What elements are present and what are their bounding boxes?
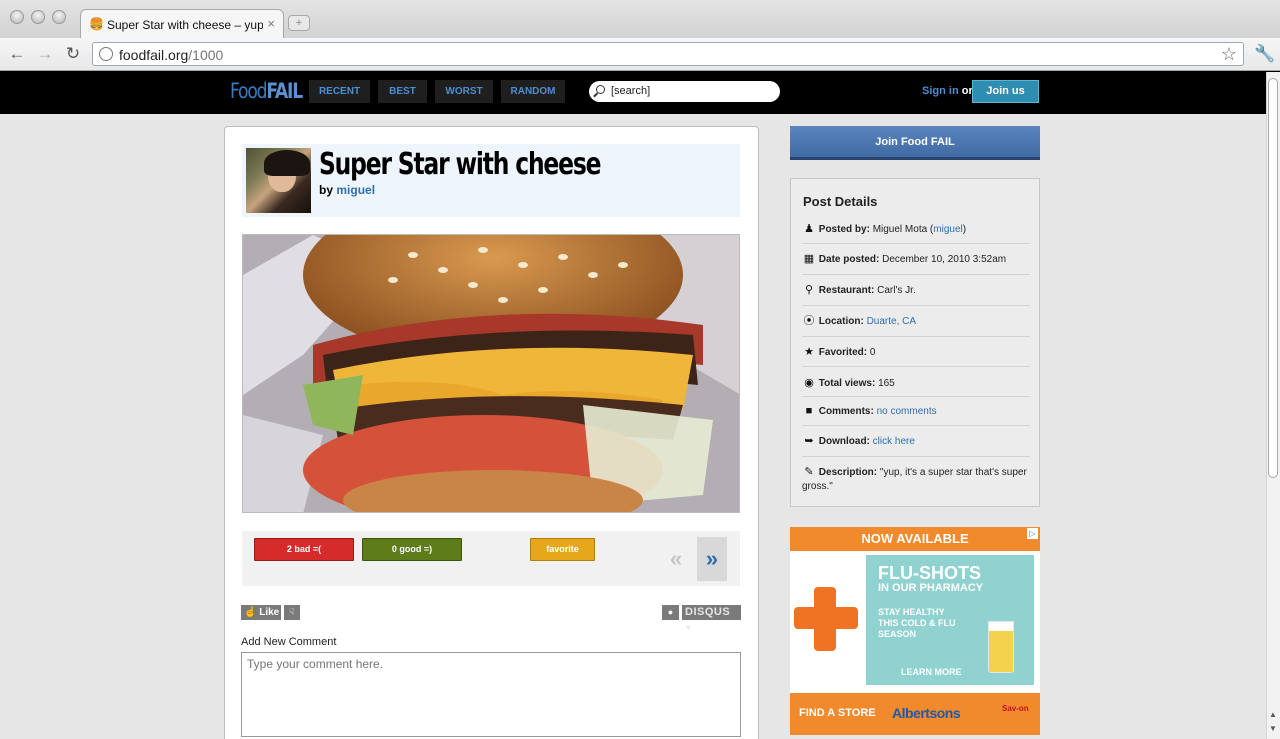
address-bar[interactable]: foodfail.org/1000 ☆ bbox=[92, 42, 1244, 66]
detail-description: ✎ Description: "yup, it's a super star t… bbox=[802, 466, 1027, 492]
scroll-up-icon[interactable]: ▲ bbox=[1269, 710, 1277, 719]
star-icon: ★ bbox=[804, 346, 814, 358]
minimize-window-button[interactable] bbox=[31, 10, 45, 24]
next-post-icon[interactable]: » bbox=[697, 537, 727, 581]
nav-recent[interactable]: RECENT bbox=[309, 80, 370, 103]
detail-divider bbox=[802, 336, 1030, 337]
detail-divider bbox=[802, 243, 1030, 244]
hamburger-favicon-icon: 🍔 bbox=[89, 17, 104, 31]
back-arrow-icon[interactable]: ← bbox=[6, 43, 28, 65]
detail-date: ▦ Date posted: December 10, 2010 3:52am bbox=[803, 253, 1007, 265]
forward-arrow-icon[interactable]: → bbox=[34, 43, 56, 65]
adchoices-icon[interactable]: ▷ bbox=[1027, 528, 1038, 539]
nav-random[interactable]: RANDOM bbox=[501, 80, 565, 103]
food-photo[interactable] bbox=[242, 234, 740, 513]
post-details-title: Post Details bbox=[803, 194, 878, 209]
location-link[interactable]: Duarte, CA bbox=[867, 316, 916, 327]
author-link[interactable]: miguel bbox=[336, 183, 375, 197]
chevron-down-icon: ▼ bbox=[685, 625, 693, 632]
browser-toolbar: ← → ↻ foodfail.org/1000 ☆ 🔧 bbox=[0, 38, 1280, 71]
add-comment-label: Add New Comment bbox=[241, 636, 337, 648]
wrench-icon[interactable]: 🔧 bbox=[1254, 44, 1275, 64]
download-icon: ➥ bbox=[804, 435, 814, 447]
author-link-detail[interactable]: miguel bbox=[933, 224, 962, 235]
ad-tagline: STAY HEALTHY THIS COLD & FLU SEASON bbox=[878, 607, 956, 639]
find-store-link[interactable]: FIND A STORE bbox=[799, 707, 876, 719]
detail-favorited: ★ Favorited: 0 bbox=[802, 345, 1030, 360]
burger-image bbox=[243, 235, 739, 512]
close-window-button[interactable] bbox=[10, 10, 24, 24]
detail-download: ➥ Download: click here bbox=[802, 434, 1030, 449]
previous-post-icon[interactable]: « bbox=[670, 546, 682, 572]
ad-learn-more[interactable]: LEARN MORE bbox=[901, 667, 962, 677]
browser-tab[interactable]: 🍔 Super Star with cheese – yup, it's a s… bbox=[80, 9, 284, 38]
eye-icon: ◉ bbox=[804, 377, 814, 389]
reload-icon[interactable]: ↻ bbox=[62, 43, 84, 65]
calendar-icon: ▦ bbox=[803, 253, 815, 265]
vote-good-button[interactable]: 0 good =) bbox=[362, 538, 462, 561]
nav-best[interactable]: BEST bbox=[378, 80, 427, 103]
detail-divider bbox=[802, 305, 1030, 306]
detail-location: ⦿ Location: Duarte, CA bbox=[803, 315, 917, 327]
detail-divider bbox=[802, 274, 1030, 275]
ad-headline: FLU-SHOTS bbox=[878, 563, 981, 583]
search-input[interactable]: [search] bbox=[589, 81, 780, 102]
albertsons-logo: Albertsons bbox=[892, 705, 961, 721]
download-link[interactable]: click here bbox=[873, 436, 915, 447]
signin-link[interactable]: Sign in bbox=[922, 85, 959, 97]
scrollbar-thumb[interactable] bbox=[1268, 78, 1278, 478]
compass-icon: ⦿ bbox=[803, 315, 815, 327]
join-us-button[interactable]: Join us bbox=[972, 80, 1039, 103]
map-pin-icon: ⚲ bbox=[804, 284, 814, 296]
detail-divider bbox=[802, 396, 1030, 397]
disqus-user-icon[interactable]: ● bbox=[662, 605, 679, 620]
detail-posted-by: ♟ Posted by: Miguel Mota (miguel) bbox=[802, 222, 1030, 237]
tab-title: Super Star with cheese – yup, it's a sup… bbox=[107, 18, 263, 32]
tab-close-icon[interactable]: × bbox=[267, 16, 275, 31]
detail-views: ◉ Total views: 165 bbox=[802, 376, 1030, 391]
url-text: foodfail.org/1000 bbox=[119, 47, 224, 63]
pencil-icon: ✎ bbox=[804, 466, 814, 478]
search-placeholder: [search] bbox=[611, 85, 651, 97]
favorite-button[interactable]: favorite bbox=[530, 538, 595, 561]
globe-icon bbox=[99, 47, 113, 61]
detail-restaurant: ⚲ Restaurant: Carl's Jr. bbox=[802, 283, 1030, 298]
author-avatar[interactable] bbox=[246, 148, 311, 213]
thumbs-up-icon: ☝ bbox=[244, 607, 257, 618]
disqus-menu-button[interactable]: DISQUS ▼ bbox=[682, 605, 741, 632]
vote-bad-button[interactable]: 2 bad =( bbox=[254, 538, 354, 561]
ad-bottom-banner: FIND A STORE Albertsons Sav-on bbox=[790, 693, 1040, 735]
detail-divider bbox=[802, 366, 1030, 367]
speech-bubble-icon: ■ bbox=[805, 405, 813, 417]
juice-glass-icon bbox=[988, 621, 1014, 673]
like-button[interactable]: ☝ Like bbox=[241, 605, 281, 620]
ad-subheadline: IN OUR PHARMACY bbox=[878, 582, 984, 594]
detail-comments: ■ Comments: no comments bbox=[802, 404, 1030, 419]
savon-logo: Sav-on bbox=[1002, 704, 1029, 713]
user-icon: ♟ bbox=[804, 223, 814, 235]
new-tab-button[interactable]: + bbox=[288, 15, 310, 31]
join-foodfail-button[interactable]: Join Food FAIL bbox=[790, 126, 1040, 160]
scroll-down-icon[interactable]: ▼ bbox=[1269, 724, 1277, 733]
pharmacy-ad[interactable]: NOW AVAILABLE ▷ FLU-SHOTS IN OUR PHARMAC… bbox=[790, 527, 1040, 735]
thumbs-down-icon[interactable]: ☟ bbox=[284, 605, 300, 620]
detail-divider bbox=[802, 456, 1030, 457]
bookmark-star-icon[interactable]: ☆ bbox=[1221, 44, 1237, 65]
comments-link[interactable]: no comments bbox=[877, 406, 937, 417]
detail-divider bbox=[802, 425, 1030, 426]
signin-area: Sign in or bbox=[922, 85, 973, 97]
ad-top-banner: NOW AVAILABLE bbox=[790, 527, 1040, 551]
search-icon bbox=[596, 85, 605, 94]
site-header: FoodFAIL RECENT BEST WORST RANDOM [searc… bbox=[0, 71, 1280, 114]
comment-textarea[interactable] bbox=[241, 652, 741, 737]
browser-titlebar: 🍔 Super Star with cheese – yup, it's a s… bbox=[0, 0, 1280, 38]
zoom-window-button[interactable] bbox=[52, 10, 66, 24]
post-byline: by miguel bbox=[319, 183, 376, 197]
nav-worst[interactable]: WORST bbox=[435, 80, 493, 103]
site-logo[interactable]: FoodFAIL bbox=[230, 79, 303, 103]
bandage-icon bbox=[794, 607, 858, 629]
post-title: Super Star with cheese bbox=[319, 147, 601, 182]
